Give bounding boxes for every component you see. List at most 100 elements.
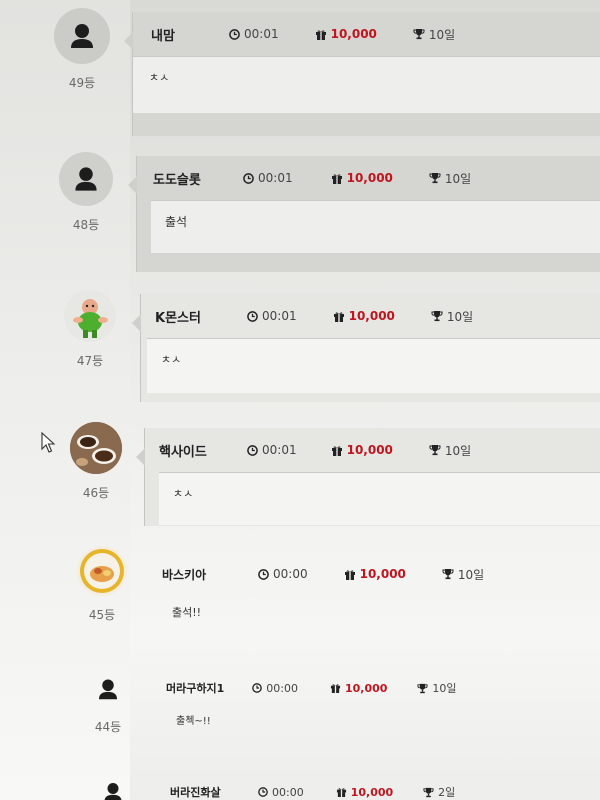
points-value: 10,000 (346, 171, 393, 185)
default-user-icon[interactable] (54, 8, 110, 64)
streak-days: 10일 (446, 309, 474, 324)
time-meta: 00:01 (247, 443, 297, 457)
time-meta: 00:01 (229, 27, 279, 41)
clock-icon (258, 787, 268, 797)
rank-label: 48등 (72, 218, 100, 232)
comment-box: ㅊㅅ (133, 56, 600, 113)
streak-meta: 2일 (423, 784, 455, 800)
points-meta: 10,000 (333, 309, 395, 323)
attendance-time: 00:01 (258, 171, 293, 185)
nickname[interactable]: 버라진화살 (170, 784, 226, 800)
attendance-card: K몬스터 00:01 10,000 10일 ㅊㅅ (132, 294, 600, 402)
nickname[interactable]: 핵사이드 (159, 441, 215, 460)
streak-days: 2일 (438, 786, 456, 799)
card-header: K몬스터 00:01 10,000 10일 (141, 294, 600, 338)
points-meta: 10,000 (331, 171, 393, 185)
mouse-cursor-icon (41, 432, 56, 453)
streak-days: 10일 (444, 443, 472, 458)
rank-column: 47등 (62, 290, 118, 369)
comment-text: 출석 (165, 215, 188, 229)
attendance-time: 00:00 (272, 785, 304, 799)
comment-box: 출첵~!! (154, 708, 600, 738)
clock-icon (258, 568, 269, 580)
gold-emblem-photo[interactable] (77, 546, 127, 596)
rank-column (88, 772, 138, 800)
rank-column: 49등 (52, 8, 112, 91)
attendance-time: 00:01 (262, 443, 297, 457)
attendance-time: 00:01 (244, 27, 279, 41)
rank-column: 44등 (82, 668, 134, 735)
points-value: 10,000 (359, 567, 406, 581)
trophy-icon (431, 311, 443, 322)
attendance-card: 바스키아 00:00 10,000 10일 출석!! (150, 554, 600, 644)
rank-column: 45등 (74, 546, 130, 623)
card-header: 머라구하지1 00:00 10,000 10일 (154, 668, 600, 708)
gift-icon (336, 788, 346, 797)
points-meta: 10,000 (330, 682, 387, 695)
clock-icon (247, 310, 258, 322)
nickname[interactable]: 머라구하지1 (166, 680, 224, 696)
streak-meta: 10일 (429, 442, 471, 459)
nickname[interactable]: K몬스터 (155, 307, 211, 326)
attendance-time: 00:00 (266, 681, 298, 695)
streak-meta: 10일 (413, 26, 455, 43)
default-user-icon[interactable] (85, 668, 131, 714)
card-header: 내맘 00:01 10,000 10일 (133, 12, 600, 56)
card-header: 도도슬롯 00:01 10,000 10일 (137, 156, 600, 200)
nickname[interactable]: 바스키아 (162, 566, 218, 583)
streak-meta: 10일 (431, 308, 473, 325)
trophy-icon (429, 445, 441, 456)
clock-icon (252, 683, 263, 693)
attendance-card: 내맘 00:01 10,000 10일 ㅊㅅ (124, 12, 600, 136)
trophy-icon (417, 683, 428, 693)
default-user-icon[interactable] (91, 772, 135, 800)
nickname[interactable]: 내맘 (151, 25, 207, 44)
clock-icon (247, 444, 258, 456)
points-meta: 10,000 (336, 786, 393, 799)
time-meta: 00:00 (258, 567, 308, 581)
points-value: 10,000 (330, 27, 377, 41)
attendance-card: 도도슬롯 00:01 10,000 10일 출석 (128, 156, 600, 272)
coffee-cups-photo[interactable] (70, 422, 122, 474)
streak-days: 10일 (457, 567, 485, 582)
gift-icon (315, 29, 326, 40)
cartoon-character-photo[interactable] (64, 290, 116, 342)
clock-icon (243, 172, 254, 184)
rank-label: 44등 (94, 720, 122, 734)
time-meta: 00:01 (243, 171, 293, 185)
attendance-time: 00:00 (273, 567, 308, 581)
comment-text: ㅊㅅ (149, 71, 170, 84)
points-value: 10,000 (344, 681, 388, 695)
rank-label: 46등 (82, 486, 110, 500)
rank-label: 49등 (68, 76, 96, 90)
card-header: 버라진화살 00:00 10,000 2일 (158, 772, 600, 800)
time-meta: 00:00 (252, 682, 298, 695)
nickname[interactable]: 도도슬롯 (153, 169, 209, 188)
gift-icon (331, 445, 342, 456)
trophy-icon (423, 787, 434, 797)
attendance-card: 버라진화살 00:00 10,000 2일 (158, 772, 600, 800)
points-value: 10,000 (350, 785, 394, 799)
comment-text: ㅊㅅ (173, 487, 194, 500)
card-header: 핵사이드 00:01 10,000 10일 (145, 428, 600, 472)
points-value: 10,000 (348, 309, 395, 323)
comment-box: ㅊㅅ (159, 472, 600, 525)
comment-text: 출석!! (172, 606, 202, 619)
time-meta: 00:01 (247, 309, 297, 323)
trophy-icon (413, 29, 425, 40)
attendance-card: 머라구하지1 00:00 10,000 10일 출첵~!! (154, 668, 600, 748)
points-meta: 10,000 (331, 443, 393, 457)
card-header: 바스키아 00:00 10,000 10일 (150, 554, 600, 594)
streak-meta: 10일 (429, 170, 471, 187)
rank-label: 45등 (88, 608, 116, 622)
gift-icon (330, 684, 341, 693)
gift-icon (344, 569, 355, 580)
default-user-icon[interactable] (59, 152, 113, 206)
clock-icon (229, 28, 240, 40)
streak-meta: 10일 (417, 680, 457, 696)
streak-days: 10일 (428, 27, 456, 42)
comment-text: 출첵~!! (176, 716, 211, 727)
streak-days: 10일 (432, 682, 457, 695)
comment-text: ㅊㅅ (161, 353, 182, 366)
points-meta: 10,000 (344, 567, 406, 581)
